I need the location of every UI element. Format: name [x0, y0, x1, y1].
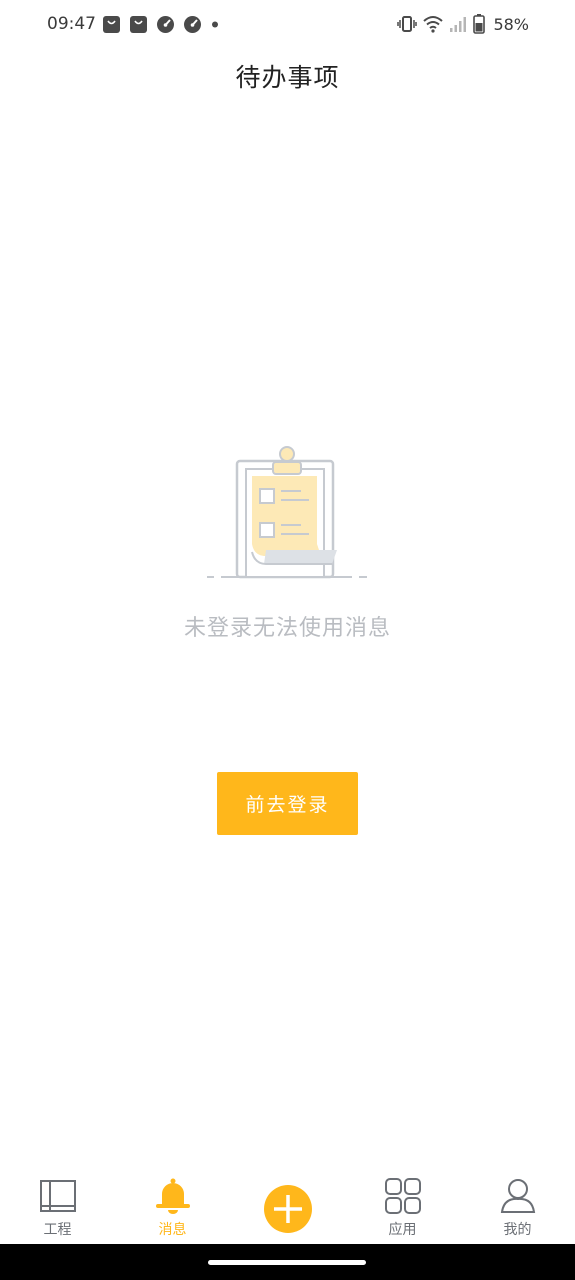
tab-label: 消息 — [158, 1222, 187, 1238]
bell-icon — [155, 1178, 190, 1214]
status-bar: 09:47 58% — [0, 0, 575, 48]
apps-grid-icon — [384, 1178, 421, 1214]
notification-icons — [102, 14, 220, 34]
speedometer-icon — [157, 15, 174, 33]
wifi-icon — [423, 16, 444, 33]
page-title: 待办事项 — [235, 63, 340, 92]
tab-add[interactable] — [230, 1172, 345, 1244]
battery-icon — [473, 14, 486, 34]
status-time: 09:47 — [47, 14, 96, 34]
home-gesture-handle[interactable] — [208, 1260, 366, 1265]
dot-icon — [212, 21, 218, 27]
status-right-icons: 58% — [397, 12, 529, 36]
project-icon — [39, 1180, 76, 1212]
tab-label: 工程 — [43, 1222, 72, 1238]
tab-project[interactable]: 工程 — [0, 1172, 115, 1244]
cellular-signal-icon — [450, 17, 467, 32]
user-icon — [500, 1179, 535, 1213]
bottom-tab-bar: 工程 消息 应用 我的 — [0, 1172, 575, 1244]
bag-icon — [103, 15, 120, 33]
tab-mine[interactable]: 我的 — [460, 1172, 575, 1244]
vibrate-icon — [397, 16, 418, 32]
clipboard-checklist-icon — [207, 446, 367, 579]
system-nav-bar — [0, 1244, 575, 1280]
tab-label: 我的 — [503, 1222, 532, 1238]
bag-icon — [130, 15, 147, 33]
add-circle-icon — [263, 1185, 312, 1233]
tab-label: 应用 — [388, 1222, 417, 1238]
empty-state-message: 未登录无法使用消息 — [183, 616, 391, 641]
tab-messages[interactable]: 消息 — [115, 1172, 230, 1244]
go-login-button[interactable]: 前去登录 — [217, 772, 358, 835]
battery-percent: 58% — [493, 14, 529, 34]
speedometer-icon — [184, 15, 201, 33]
tab-apps[interactable]: 应用 — [345, 1172, 460, 1244]
